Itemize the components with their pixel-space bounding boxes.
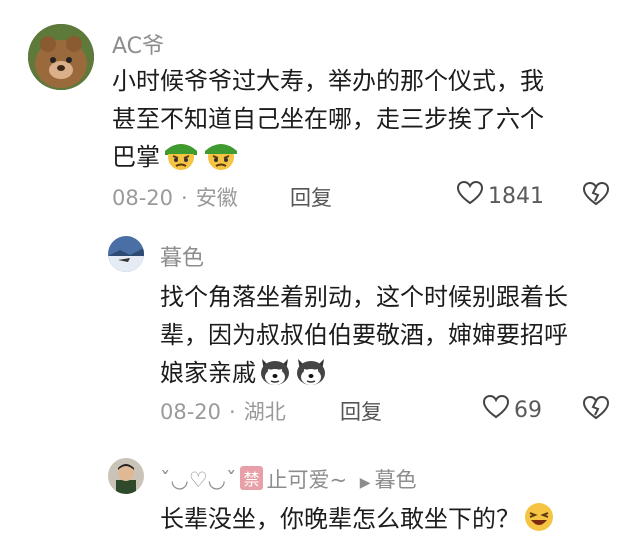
avatar[interactable]: [28, 24, 94, 90]
like-count: 1841: [488, 183, 544, 209]
angry-emoji-icon: [162, 139, 200, 182]
like-button[interactable]: 69: [482, 394, 542, 426]
comment-date: 08-20: [112, 186, 174, 210]
comment-location: 安徽: [195, 186, 238, 210]
comment-meta: 08-20 · 湖北: [160, 400, 286, 424]
like-count: 69: [514, 397, 542, 423]
avatar[interactable]: [108, 458, 144, 494]
reply-button[interactable]: 回复: [290, 182, 332, 212]
comment-username[interactable]: AC爷: [112, 28, 164, 60]
comment-username[interactable]: 暮色: [160, 240, 204, 272]
dislike-button[interactable]: [582, 181, 610, 211]
comment-username[interactable]: ˇ◡♡◡ˇ 禁止可爱~ ▶ 暮色: [160, 464, 417, 494]
reply-arrow-icon: ▶: [359, 475, 371, 491]
husky-emoji-icon: [258, 355, 292, 398]
laughing-emoji-icon: [522, 501, 556, 544]
heart-outline-icon: [482, 394, 510, 426]
dislike-button[interactable]: [582, 395, 610, 425]
angry-emoji-icon: [202, 139, 240, 182]
heart-broken-icon: [582, 181, 610, 211]
comment-text: 长辈没坐，你晚辈怎么敢坐下的？: [160, 500, 556, 544]
heart-outline-icon: [456, 180, 484, 212]
comment-text: 小时候爷爷过大寿，举办的那个仪式，我 甚至不知道自己坐在哪，走三步挨了六个 巴掌: [112, 62, 544, 182]
comment-date: 08-20: [160, 400, 222, 424]
like-button[interactable]: 1841: [456, 180, 544, 212]
reply-to-username[interactable]: 暮色: [375, 468, 417, 492]
comment-location: 湖北: [243, 400, 286, 424]
avatar[interactable]: [108, 236, 144, 272]
username-badge: 禁: [240, 466, 263, 490]
comment-text: 找个角落坐着别动，这个时候别跟着长 辈，因为叔叔伯伯要敬酒，婶婶要招呼 娘家亲戚: [160, 278, 568, 398]
husky-emoji-icon: [294, 355, 328, 398]
heart-broken-icon: [582, 395, 610, 425]
username-decoration: ˇ◡♡◡ˇ: [160, 468, 237, 492]
comment-meta: 08-20 · 安徽: [112, 186, 238, 210]
reply-button[interactable]: 回复: [340, 396, 382, 426]
